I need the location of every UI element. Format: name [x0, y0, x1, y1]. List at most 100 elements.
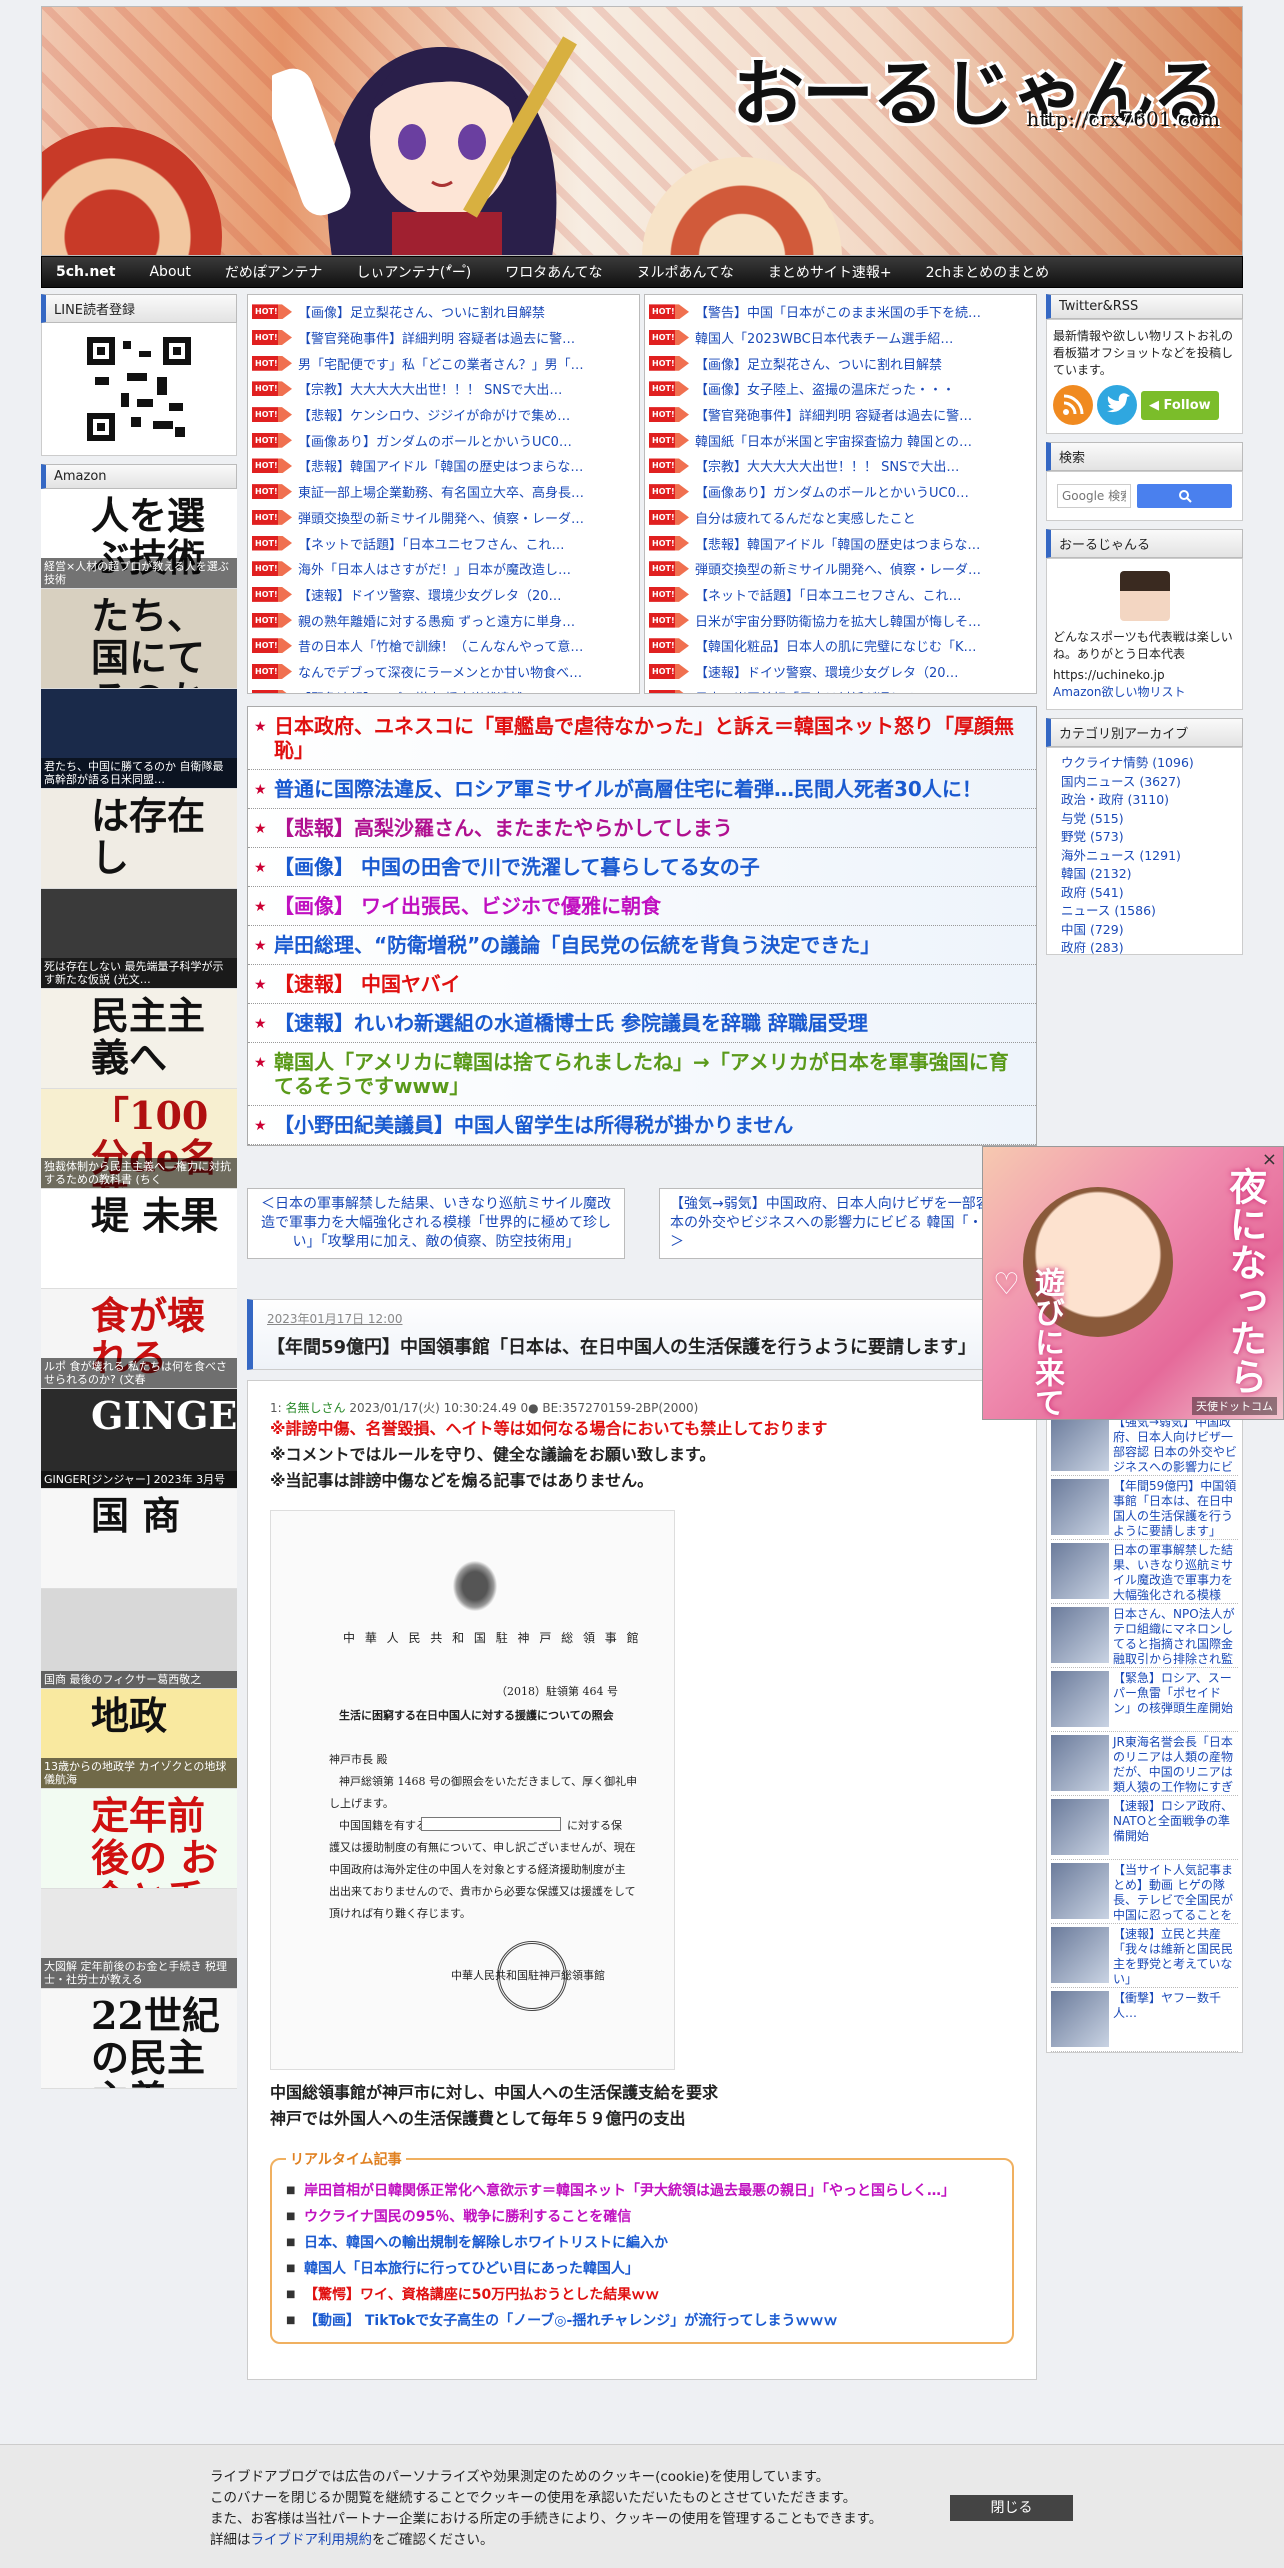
hot-list-link[interactable]: 【画像】足立梨花さん、ついに割れ目解禁 [695, 354, 942, 373]
realtime-item[interactable]: 韓国人「日本旅行に行ってひどい目にあった韓国人」 [286, 2256, 998, 2282]
realtime-link[interactable]: 岸田首相が日韓関係正常化へ意欲示す＝韓国ネット「尹大統領は過去最悪の親日」「やっ… [304, 2183, 955, 2199]
nav-link-warota[interactable]: ワロタあんてな [505, 262, 602, 282]
recent-article-item[interactable]: 日本さん、NPO法人がテロ組織にマネロンしてると指摘され国際金融取引から排除され… [1051, 1604, 1238, 1668]
realtime-link[interactable]: 韓国人「日本旅行に行ってひどい目にあった韓国人」 [304, 2261, 639, 2277]
recent-article-link[interactable]: 【年間59億円】中国領事館「日本は、在日中国人の生活保護を行うように要請します」 [1113, 1479, 1238, 1538]
featured-headline[interactable]: 岸田総理、“防衛増税”の議論「自民党の伝統を背負う決定できた」 [248, 926, 1036, 965]
featured-headline[interactable]: 【速報】 中国ヤバイ [248, 965, 1036, 1004]
recent-article-item[interactable]: 【年間59億円】中国領事館「日本は、在日中国人の生活保護を行うように要請します」 [1051, 1476, 1238, 1540]
nav-link-2ch-matome[interactable]: 2chまとめのまとめ [926, 262, 1049, 282]
featured-headline[interactable]: 普通に国際法違反、ロシア軍ミサイルが高層住宅に着弾…民間人死者30人に！ [248, 770, 1036, 809]
hot-list-link[interactable]: 【韓国化粧品】日本人の肌に完璧になじむ「K… [695, 636, 977, 655]
hot-list-link[interactable]: 弾頭交換型の新ミサイル開発へ、偵察・レーダ… [695, 559, 981, 578]
amazon-book-item[interactable]: 国 商 [41, 1489, 237, 1589]
featured-headline-link[interactable]: 【画像】 中国の田舎で川で洗濯して暮らしてる女の子 [274, 855, 760, 879]
hot-list-item[interactable]: HOT! 【速報】ドイツ警察、環境少女グレタ（20… [649, 659, 1032, 685]
featured-headline[interactable]: 韓国人「アメリカに韓国は捨てられましたね」→「アメリカが日本を軍事強国に育てるそ… [248, 1043, 1036, 1106]
amazon-wishlist-link[interactable]: Amazon欲しい物リスト [1053, 684, 1236, 701]
amazon-book-item[interactable]: 「100分de名著」独裁体制から民主主義へ―権力に対抗するための教科書 (ちく [41, 1089, 237, 1189]
hot-list-link[interactable]: 【宗教】大大大大大出世！！！ SNSで大出… [298, 379, 562, 398]
hot-list-link[interactable]: なんでデブって深夜にラーメンとか甘い物食べ… [298, 662, 582, 681]
hot-list-item[interactable]: HOT! 【ネットで話題】「日本ユニセフさん、これ… [252, 530, 635, 556]
recent-article-item[interactable]: 【強気→弱気】中国政府、日本人向けビザ一部容認 日本の外交やビジネスへの影響力に… [1051, 1412, 1238, 1476]
hot-list-item[interactable]: HOT! 【画像】女子陸上、盗撮の温床だった・・・ [649, 376, 1032, 402]
featured-headline-link[interactable]: 普通に国際法違反、ロシア軍ミサイルが高層住宅に着弾…民間人死者30人に！ [274, 777, 982, 801]
amazon-book-item[interactable]: 国商 最後のフィクサー葛西敬之 [41, 1589, 237, 1689]
hot-list-link[interactable]: 【速報】ドイツ警察、環境少女グレタ（20… [695, 662, 959, 681]
next-article-link[interactable]: 【強気→弱気】中国政府、日本人向けビザを一部容認 日本の外交やビジネスへの影響力… [659, 1188, 1037, 1259]
amazon-book-item[interactable]: 人を選ぶ技術経営×人材の超プロが教える人を選ぶ技術 [41, 489, 237, 589]
realtime-link[interactable]: 【動画】 TikTokで女子高生の「ノーブ◎-揺れチャレンジ」が流行ってしまうｗ… [304, 2313, 838, 2329]
hot-list-link[interactable]: 東証一部上場企業勤務、有名国立大卒、高身長… [298, 482, 584, 501]
recent-article-link[interactable]: 【当サイト人気記事まとめ】動画 ヒゲの隊長、テレビで全国民が中国に忍ってることを… [1113, 1863, 1238, 1922]
hot-list-item[interactable]: HOT! 【悲報】韓国アイドル「韓国の歴史はつまらな… [649, 530, 1032, 556]
hot-list-item[interactable]: HOT! 自分は疲れてるんだなと実感したこと [649, 505, 1032, 531]
featured-headline[interactable]: 日本政府、ユネスコに「軍艦島で虐待なかった」と訴え＝韓国ネット怒り「厚顔無恥」 [248, 707, 1036, 770]
category-link[interactable]: ニュース (1586) [1049, 902, 1240, 921]
featured-headline-link[interactable]: 【画像】 ワイ出張民、ビジホで優雅に朝食 [274, 894, 661, 918]
hot-list-item[interactable]: HOT! 【ネットで話題】「日本ユニセフさん、これ… [649, 582, 1032, 608]
recent-article-item[interactable]: 【衝撃】ヤフー数千人… [1051, 1988, 1238, 2052]
hot-list-link[interactable]: 韓国人「2023WBC日本代表チーム選手紹… [695, 328, 953, 347]
hot-list-item[interactable]: HOT! 韓国人「2023WBC日本代表チーム選手紹… [649, 325, 1032, 351]
consulate-document-image[interactable]: 中 華 人 民 共 和 国 駐 神 戸 総 領 事 館 （2018）駐領第 46… [270, 1510, 675, 2070]
hot-list-item[interactable]: HOT! 【画像】足立梨花さん、ついに割れ目解禁 [252, 299, 635, 325]
featured-headline-link[interactable]: 岸田総理、“防衛増税”の議論「自民党の伝統を背負う決定できた」 [274, 933, 880, 957]
line-qr-code[interactable] [87, 337, 191, 441]
hot-list-link[interactable]: 男「宅配便です」私「どこの業者さん？」男「… [298, 354, 584, 373]
hot-list-item[interactable]: HOT! 韓国紙「日本が米国と宇宙探査協力 韓国との… [649, 427, 1032, 453]
hot-list-link[interactable]: 日本の岸田首相「日本は対話が通じる… [695, 688, 929, 693]
realtime-item[interactable]: ウクライナ国民の95％、戦争に勝利することを確信 [286, 2204, 998, 2230]
amazon-book-item[interactable]: 地政 13歳からの地政学 カイゾクとの地球儀航海 [41, 1689, 237, 1789]
hot-list-item[interactable]: HOT! 男「宅配便です」私「どこの業者さん？」男「… [252, 350, 635, 376]
category-link[interactable]: 海外ニュース (1291) [1049, 847, 1240, 866]
amazon-book-item[interactable]: 堤 未果 [41, 1189, 237, 1289]
hot-list-item[interactable]: HOT! 【画像】足立梨花さん、ついに割れ目解禁 [649, 350, 1032, 376]
nav-link-about[interactable]: About [149, 264, 190, 280]
hot-list-link[interactable]: 【画像あり】ガンダムのボールとかいうUC0… [695, 482, 969, 501]
category-link[interactable]: ウクライナ情勢 (1096) [1049, 754, 1240, 773]
hot-list-link[interactable]: 【悲報】韓国アイドル「韓国の歴史はつまらな… [298, 456, 583, 475]
hot-list-link[interactable]: 【ネットで話題】「日本ユニセフさん、これ… [298, 534, 565, 553]
featured-headline-link[interactable]: 日本政府、ユネスコに「軍艦島で虐待なかった」と訴え＝韓国ネット怒り「厚顔無恥」 [274, 714, 1014, 762]
hot-list-link[interactable]: 昔の日本人「竹槍で訓練！（こんなんやって意… [298, 636, 583, 655]
amazon-book-item[interactable]: 定年前後の お金と手続き [41, 1789, 237, 1889]
uchineko-link[interactable]: https://uchineko.jp [1053, 667, 1236, 684]
hot-list-link[interactable]: 【緊急速報】元プロ棋士 橋本崇載逮捕 [298, 688, 523, 693]
category-link[interactable]: 国内ニュース (3627) [1049, 773, 1240, 792]
recent-article-item[interactable]: 【緊急】ロシア、スーパー魚雷「ポセイドン」の核弾頭生産開始 [1051, 1668, 1238, 1732]
nav-link-nurupo[interactable]: ヌルポあんてな [637, 262, 734, 282]
recent-article-link[interactable]: 【速報】立民と共産「我々は維新と国民民主を野党と考えていない」 [1113, 1927, 1238, 1986]
featured-headline[interactable]: 【画像】 ワイ出張民、ビジホで優雅に朝食 [248, 887, 1036, 926]
hot-list-link[interactable]: 【警告】中国「日本がこのまま米国の手下を続… [695, 302, 981, 321]
featured-headline-link[interactable]: 【速報】れいわ新選組の水道橋博士氏 参院議員を辞職 辞職届受理 [274, 1011, 868, 1035]
hot-list-item[interactable]: HOT! 【韓国化粧品】日本人の肌に完璧になじむ「K… [649, 633, 1032, 659]
hot-list-item[interactable]: HOT! 弾頭交換型の新ミサイル開発へ、偵察・レーダ… [252, 505, 635, 531]
rss-icon[interactable] [1053, 385, 1093, 425]
hot-list-link[interactable]: 韓国紙「日本が米国と宇宙探査協力 韓国との… [695, 431, 972, 450]
realtime-link[interactable]: 日本、韓国への輸出規制を解除しホワイトリストに編入か [304, 2235, 668, 2251]
nav-link-damepo[interactable]: だめぽアンテナ [225, 262, 322, 282]
realtime-item[interactable]: 日本、韓国への輸出規制を解除しホワイトリストに編入か [286, 2230, 998, 2256]
category-link[interactable]: 中国 (729) [1049, 921, 1240, 940]
hot-list-item[interactable]: HOT! 【画像あり】ガンダムのボールとかいうUC0… [649, 479, 1032, 505]
hot-list-link[interactable]: 弾頭交換型の新ミサイル開発へ、偵察・レーダ… [298, 508, 584, 527]
hot-list-item[interactable]: HOT! 【宗教】大大大大大出世！！！ SNSで大出… [252, 376, 635, 402]
category-link[interactable]: 政治・政府 (3110) [1049, 791, 1240, 810]
search-button[interactable] [1137, 484, 1232, 508]
hot-list-link[interactable]: 【速報】ドイツ警察、環境少女グレタ（20… [298, 585, 562, 604]
hot-list-link[interactable]: 【画像あり】ガンダムのボールとかいうUC0… [298, 431, 572, 450]
hot-list-item[interactable]: HOT! 【宗教】大大大大大出世！！！ SNSで大出… [649, 453, 1032, 479]
hot-list-item[interactable]: HOT! 親の熟年離婚に対する愚痴 ずっと遠方に単身… [252, 607, 635, 633]
hot-list-link[interactable]: 【宗教】大大大大大出世！！！ SNSで大出… [695, 456, 959, 475]
terms-link[interactable]: ライブドア利用規約 [251, 2532, 373, 2548]
hot-list-item[interactable]: HOT! なんでデブって深夜にラーメンとか甘い物食べ… [252, 659, 635, 685]
category-link[interactable]: 与党 (515) [1049, 810, 1240, 829]
hot-list-link[interactable]: 海外「日本人はさすがだ！」日本が魔改造し… [298, 559, 571, 578]
hot-list-item[interactable]: HOT! 海外「日本人はさすがだ！」日本が魔改造し… [252, 556, 635, 582]
recent-article-link[interactable]: JR東海名誉会長「日本のリニアは人類の産物だが、中国のリニアは類人猿の工作物にす… [1113, 1735, 1238, 1794]
hot-list-link[interactable]: 自分は疲れてるんだなと実感したこと [695, 508, 916, 527]
close-icon[interactable]: × [1262, 1149, 1277, 1170]
site-banner[interactable]: おーるじゃんる http://crx7601.com [41, 6, 1243, 256]
hot-list-item[interactable]: HOT! 【警官発砲事件】詳細判明 容疑者は過去に警… [252, 325, 635, 351]
